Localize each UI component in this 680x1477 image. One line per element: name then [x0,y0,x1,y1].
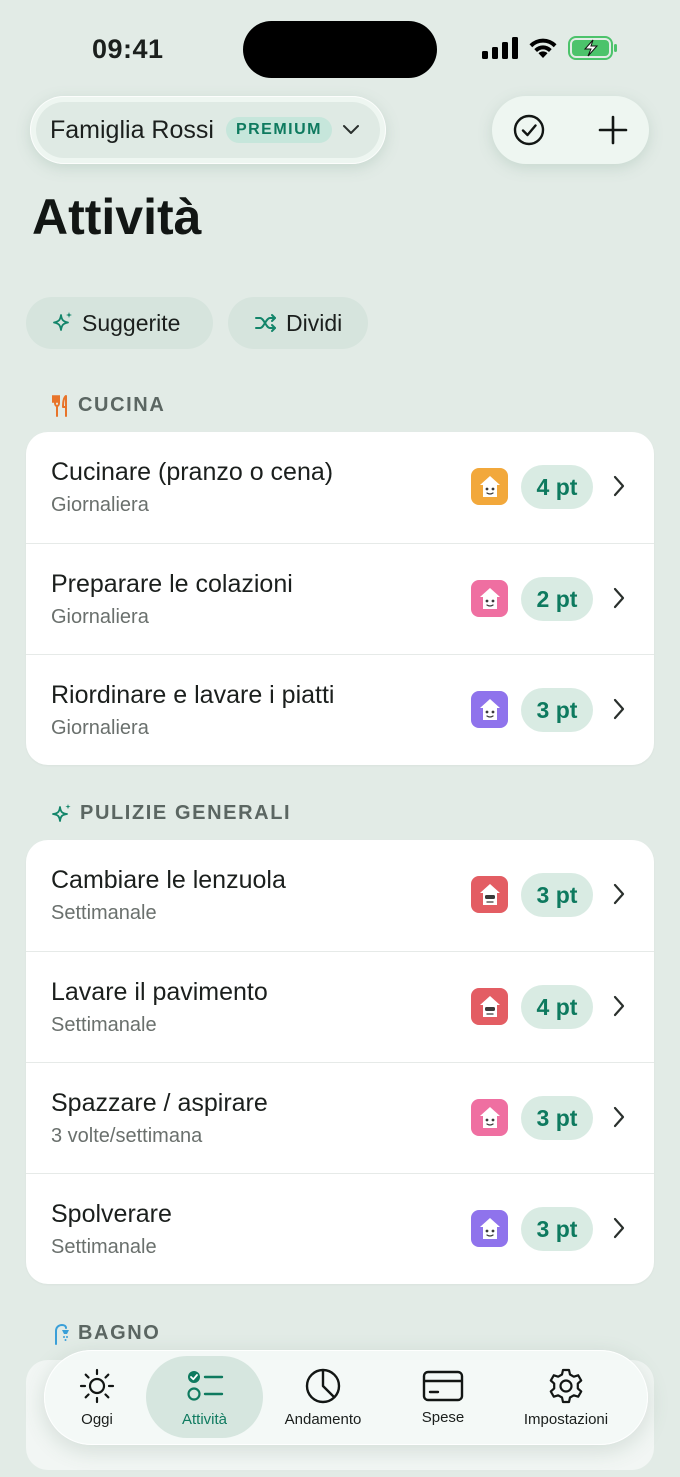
tab-today[interactable]: Oggi [54,1350,140,1445]
points-badge: 3 pt [521,688,593,732]
family-name: Famiglia Rossi [50,115,214,144]
signal-icon [482,37,518,59]
suggested-label: Suggerite [82,309,181,336]
section-label: PULIZIE GENERALI [80,802,292,824]
task-row[interactable]: Spazzare / aspirare 3 volte/settimana 3 … [26,1062,654,1173]
house-face-icon [479,1217,500,1239]
task-title: Cucinare (pranzo o cena) [51,458,334,486]
points-badge: 4 pt [521,985,593,1029]
house-face-icon [479,1106,500,1128]
task-row[interactable]: Lavare il pavimento Settimanale 4 pt [26,951,654,1062]
member-avatar [471,988,508,1025]
battery-charging-icon [568,36,617,60]
task-title: Lavare il pavimento [51,978,268,1006]
section-header-bathroom: BAGNO [52,1322,160,1345]
chevron-right-icon [612,995,626,1017]
tab-settings[interactable]: Impostazioni [506,1350,626,1445]
member-avatar [471,468,508,505]
checklist-icon [186,1371,223,1401]
split-label: Dividi [286,309,343,336]
sparkles-icon [52,803,71,822]
points-badge: 3 pt [521,1207,593,1251]
task-title: Cambiare le lenzuola [51,866,286,894]
chevron-down-icon [342,124,360,136]
task-frequency: Settimanale [51,1236,157,1258]
pie-chart-icon [305,1368,341,1404]
cleaning-task-list: Cambiare le lenzuola Settimanale 3 pt La… [26,840,654,1284]
sparkles-icon [53,312,72,331]
house-face-icon [479,475,500,497]
split-button[interactable]: Dividi [228,297,368,349]
house-face-icon [479,587,500,609]
task-row[interactable]: Cucinare (pranzo o cena) Giornaliera 4 p… [26,432,654,543]
status-bar: 09:41 [0,0,680,100]
house-face-icon [479,883,500,905]
shower-icon [55,1323,69,1345]
house-face-icon [479,698,500,720]
member-avatar [471,876,508,913]
tab-label: Attività [181,1411,227,1428]
member-avatar [471,580,508,617]
task-row[interactable]: Preparare le colazioni Giornaliera 2 pt [26,543,654,654]
task-frequency: Giornaliera [51,494,149,516]
complete-task-button[interactable] [513,114,545,146]
chevron-right-icon [612,883,626,905]
points-badge: 2 pt [521,577,593,621]
task-row[interactable]: Spolverare Settimanale 3 pt [26,1173,654,1284]
task-title: Spazzare / aspirare [51,1089,268,1117]
premium-badge: PREMIUM [225,117,332,143]
wifi-icon [529,38,557,58]
gear-icon [549,1368,583,1404]
points-badge: 3 pt [521,1096,593,1140]
tab-bar: Oggi Attività Andamento Spese Impostazio… [44,1350,648,1445]
status-time: 09:41 [92,34,164,64]
points-badge: 3 pt [521,873,593,917]
member-avatar [471,1210,508,1247]
fork-knife-icon [52,394,67,417]
credit-card-icon [422,1370,464,1402]
section-label: CUCINA [78,394,166,416]
member-avatar [471,691,508,728]
task-frequency: Giornaliera [51,606,149,628]
tab-label: Oggi [81,1411,113,1428]
task-frequency: 3 volte/settimana [51,1125,203,1147]
tab-progress[interactable]: Andamento [269,1350,377,1445]
section-label: BAGNO [78,1322,161,1344]
task-frequency: Giornaliera [51,717,149,739]
checkmark-circle-icon [513,114,545,146]
chevron-right-icon [612,1106,626,1128]
member-avatar [471,1099,508,1136]
chevron-right-icon [612,698,626,720]
task-row[interactable]: Cambiare le lenzuola Settimanale 3 pt [26,840,654,951]
status-icons [482,36,618,60]
house-face-icon [479,995,500,1017]
task-title: Riordinare e lavare i piatti [51,681,335,709]
task-frequency: Settimanale [51,1014,157,1036]
plus-icon [598,115,628,145]
task-title: Spolverare [51,1200,172,1228]
chevron-right-icon [612,475,626,497]
suggested-button[interactable]: Suggerite [26,297,213,349]
chevron-right-icon [612,1217,626,1239]
task-title: Preparare le colazioni [51,570,293,598]
page-title: Attività [32,189,202,245]
task-frequency: Settimanale [51,902,157,924]
add-task-button[interactable] [597,114,629,146]
shuffle-icon [255,314,276,332]
tab-label: Spese [421,1409,465,1426]
header-actions [492,96,649,164]
section-header-cleaning: PULIZIE GENERALI [52,802,291,825]
dynamic-island [243,21,437,78]
family-selector[interactable]: Famiglia Rossi PREMIUM [30,96,386,164]
sun-icon [79,1368,115,1404]
chevron-right-icon [612,587,626,609]
kitchen-task-list: Cucinare (pranzo o cena) Giornaliera 4 p… [26,432,654,765]
tab-activities[interactable]: Attività [146,1350,263,1445]
tab-label: Andamento [284,1411,362,1428]
points-badge: 4 pt [521,465,593,509]
task-row[interactable]: Riordinare e lavare i piatti Giornaliera… [26,654,654,765]
tab-expenses[interactable]: Spese [389,1350,497,1445]
tab-label: Impostazioni [523,1411,609,1428]
section-header-kitchen: CUCINA [52,394,165,417]
